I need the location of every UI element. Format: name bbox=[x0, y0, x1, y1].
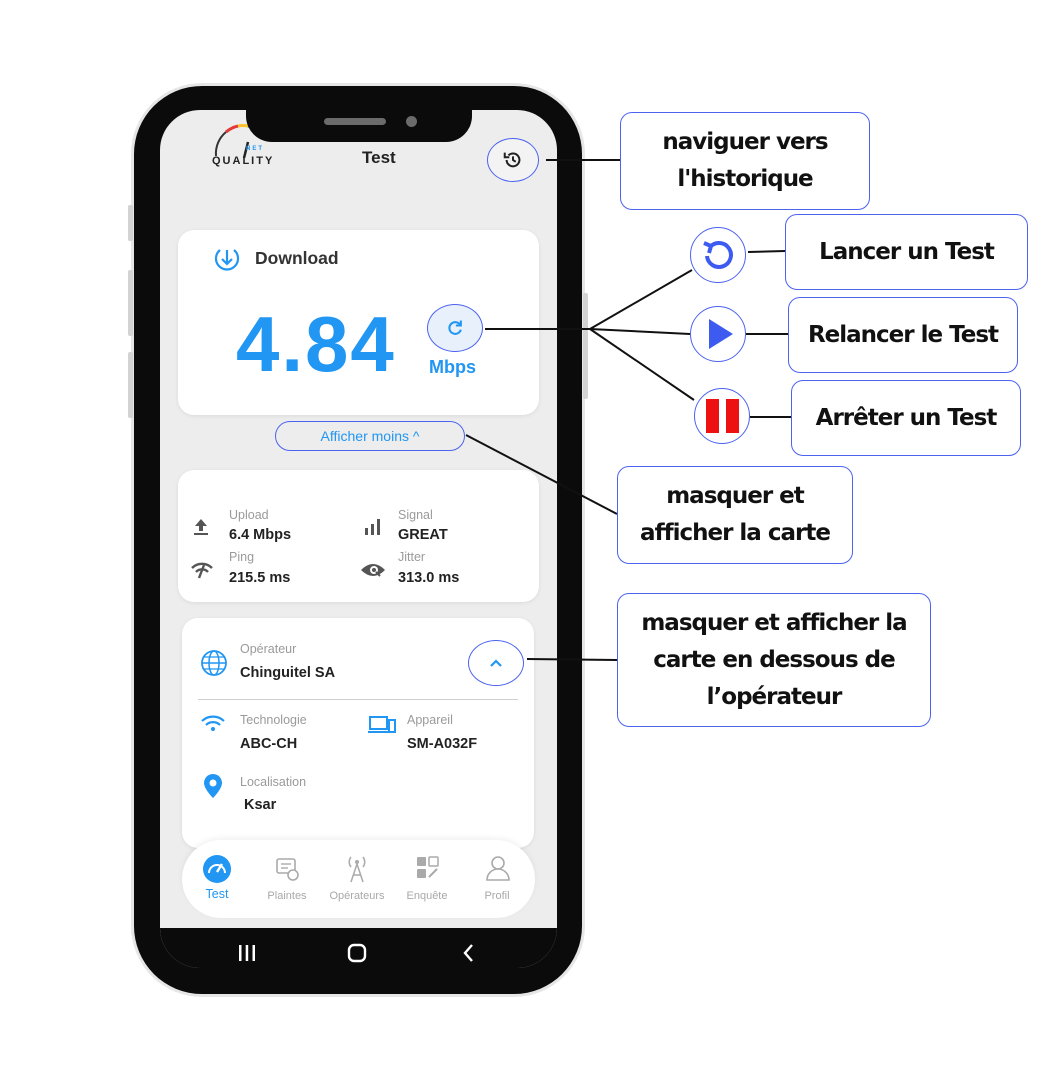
callout-toggle-card: masquer et afficher la carte bbox=[617, 466, 853, 564]
callout-stop: Arrêter un Test bbox=[791, 380, 1021, 456]
callout-toggle-card-line-1: masquer et bbox=[666, 483, 805, 509]
launch-test-button[interactable] bbox=[690, 227, 746, 283]
callout-toggle-card-line-2: afficher la carte bbox=[640, 520, 831, 546]
callout-history-line-1: naviguer vers bbox=[662, 129, 828, 155]
restart-icon bbox=[703, 241, 733, 269]
callout-history: naviguer vers l'historique bbox=[620, 112, 870, 210]
relaunch-test-button[interactable] bbox=[690, 306, 746, 362]
callout-toggle-operator-line-2: carte en dessous de bbox=[653, 646, 895, 673]
callout-launch: Lancer un Test bbox=[785, 214, 1028, 290]
stop-test-button[interactable] bbox=[694, 388, 750, 444]
pause-bar-left bbox=[706, 399, 719, 433]
play-icon bbox=[709, 319, 733, 349]
callout-toggle-operator-line-1: masquer et afficher la bbox=[641, 609, 907, 636]
callout-toggle-operator: masquer et afficher la carte en dessous … bbox=[617, 593, 931, 727]
callout-connectors bbox=[465, 159, 791, 661]
callout-relaunch: Relancer le Test bbox=[788, 297, 1018, 373]
pause-bar-right bbox=[726, 399, 739, 433]
callout-history-line-2: l'historique bbox=[677, 166, 813, 192]
callout-toggle-operator-line-3: l’opérateur bbox=[706, 683, 843, 710]
